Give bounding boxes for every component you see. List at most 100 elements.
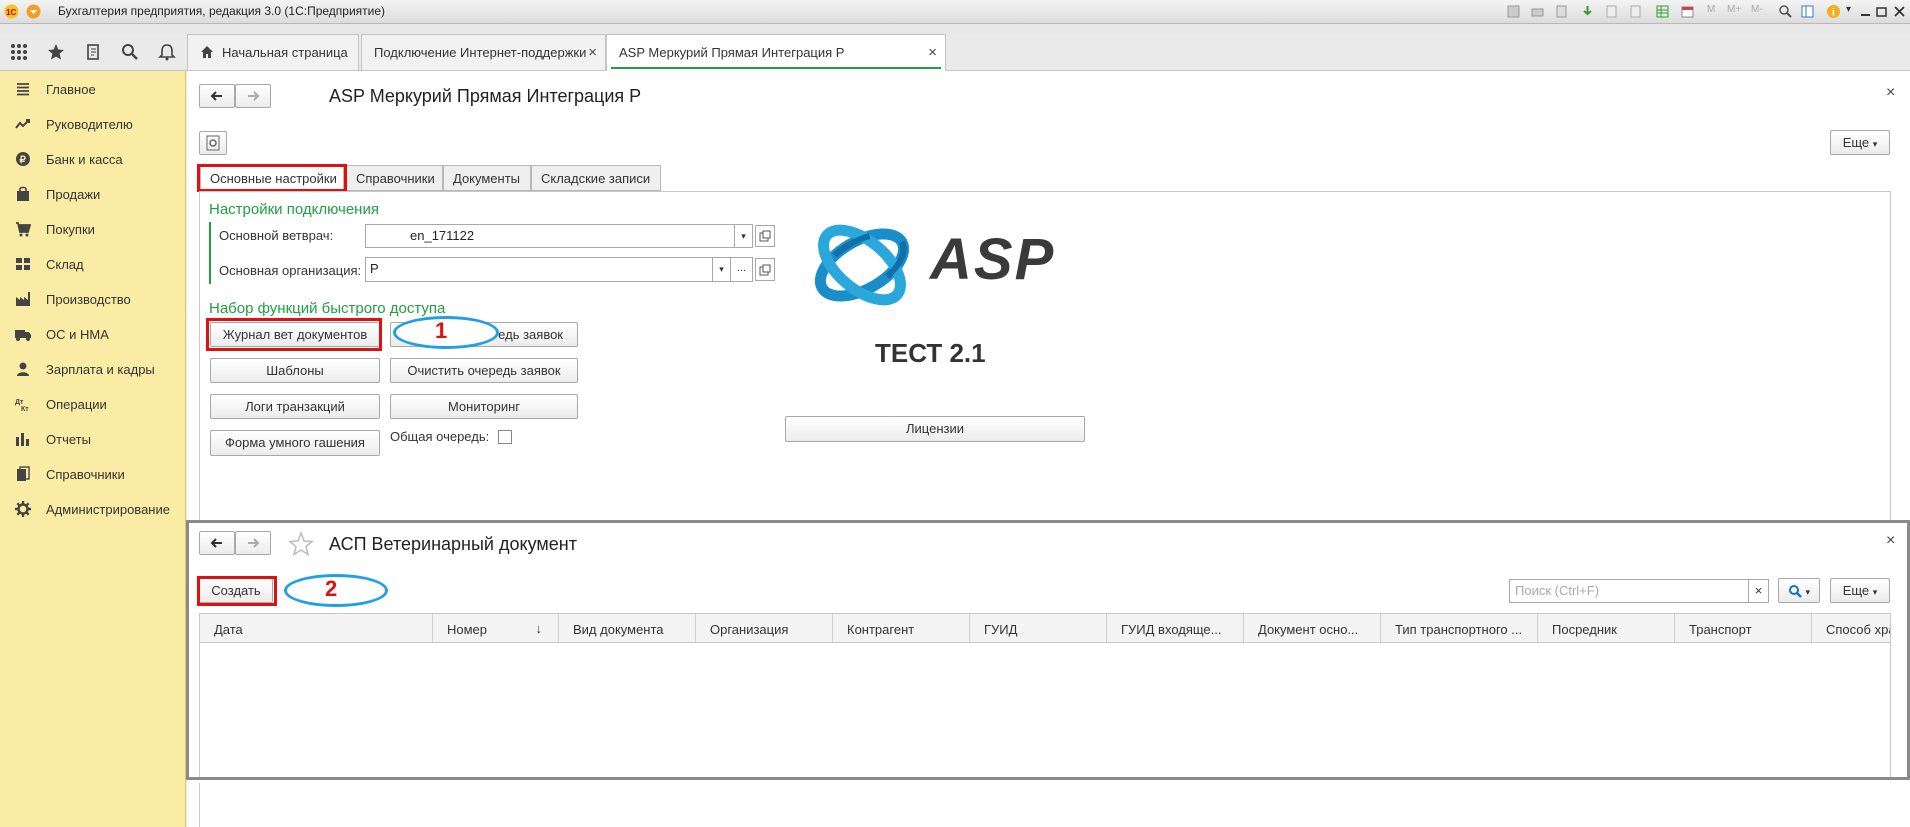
forward-button[interactable] bbox=[235, 84, 271, 108]
org-field[interactable]: Р bbox=[365, 257, 713, 282]
sidebar-item-operations[interactable]: Дт Кт Операции bbox=[14, 392, 107, 416]
sidebar-item-warehouse[interactable]: Склад bbox=[14, 252, 84, 276]
column-header-number[interactable]: Номер ↓ bbox=[433, 614, 559, 642]
sidebar-item-production[interactable]: Производство bbox=[14, 287, 131, 311]
tab-directories-label: Справочники bbox=[356, 171, 435, 186]
transaction-logs-button[interactable]: Логи транзакций bbox=[210, 394, 380, 419]
minimize-icon[interactable] bbox=[1858, 4, 1873, 19]
print-icon[interactable] bbox=[1530, 4, 1545, 19]
column-header-storage-method[interactable]: Способ хра bbox=[1812, 614, 1891, 642]
sidebar-item-purchases[interactable]: Покупки bbox=[14, 217, 95, 241]
sidebar-item-administration[interactable]: Администрирование bbox=[14, 497, 170, 521]
column-header-transport[interactable]: Транспорт bbox=[1675, 614, 1812, 642]
info-icon[interactable]: i bbox=[1826, 4, 1841, 19]
main-menu-icon[interactable] bbox=[26, 4, 41, 19]
search-button[interactable]: ▾ bbox=[1778, 578, 1820, 603]
sidebar-item-directories[interactable]: Справочники bbox=[14, 462, 125, 486]
vet-field[interactable]: en_171122 bbox=[365, 224, 735, 248]
preview-icon[interactable] bbox=[1554, 4, 1569, 19]
more-button[interactable]: Еще ▾ bbox=[1830, 130, 1890, 155]
clear-queue-button[interactable]: Очистить очередь заявок bbox=[390, 358, 578, 383]
clear-search-icon[interactable]: × bbox=[1749, 579, 1769, 603]
column-label: Способ хра bbox=[1826, 622, 1891, 637]
forward-button[interactable] bbox=[235, 531, 271, 555]
truck-icon bbox=[14, 325, 32, 343]
column-header-guid[interactable]: ГУИД bbox=[970, 614, 1107, 642]
tab-asp-mercury[interactable]: ASP Меркурий Прямая Интеграция Р × bbox=[606, 34, 946, 72]
connection-settings-header: Настройки подключения bbox=[209, 201, 379, 218]
zoom-icon[interactable] bbox=[1778, 4, 1793, 19]
window-title: Бухгалтерия предприятия, редакция 3.0 (1… bbox=[58, 4, 386, 18]
maximize-icon[interactable] bbox=[1874, 4, 1889, 19]
spreadsheet-icon[interactable] bbox=[1655, 4, 1670, 19]
calendar-icon[interactable] bbox=[1680, 4, 1695, 19]
sidebar-item-main[interactable]: Главное bbox=[14, 77, 96, 101]
memory-m-icon[interactable]: M bbox=[1707, 4, 1722, 19]
table-body[interactable] bbox=[199, 643, 1891, 777]
licenses-button[interactable]: Лицензии bbox=[785, 416, 1085, 442]
smart-redemption-button[interactable]: Форма умного гашения bbox=[210, 430, 380, 456]
sidebar-item-manager[interactable]: Руководителю bbox=[14, 112, 133, 136]
org-open-icon[interactable] bbox=[755, 258, 775, 281]
close-form-icon[interactable]: × bbox=[1886, 84, 1895, 102]
shopping-bag-icon bbox=[14, 185, 32, 203]
favorite-star-icon[interactable] bbox=[288, 531, 314, 557]
close-tab-icon[interactable]: × bbox=[928, 44, 937, 61]
sidebar-item-fixed-assets[interactable]: ОС и НМА bbox=[14, 322, 109, 346]
save-icon[interactable] bbox=[1506, 4, 1521, 19]
search-icon[interactable] bbox=[121, 43, 139, 61]
settings-button[interactable] bbox=[199, 131, 227, 155]
column-header-intermediary[interactable]: Посредник bbox=[1538, 614, 1675, 642]
attach-icon[interactable] bbox=[1604, 4, 1619, 19]
tab-documents[interactable]: Документы bbox=[443, 165, 531, 191]
apps-grid-icon[interactable] bbox=[10, 43, 28, 61]
sidebar-item-salary[interactable]: Зарплата и кадры bbox=[14, 357, 155, 381]
close-window-icon[interactable] bbox=[1892, 4, 1907, 19]
favorites-star-icon[interactable] bbox=[47, 43, 65, 61]
column-header-incoming-guid[interactable]: ГУИД входяще... bbox=[1107, 614, 1244, 642]
memory-minus-icon[interactable]: M- bbox=[1751, 4, 1766, 19]
notifications-bell-icon[interactable] bbox=[158, 43, 176, 61]
group-marker bbox=[209, 222, 211, 284]
link-icon[interactable] bbox=[1628, 4, 1643, 19]
tab-internet-support[interactable]: Подключение Интернет-поддержки × bbox=[361, 34, 606, 70]
vet-open-icon[interactable] bbox=[755, 225, 775, 247]
monitoring-button[interactable]: Мониторинг bbox=[390, 394, 578, 419]
history-icon[interactable] bbox=[84, 43, 102, 61]
templates-button[interactable]: Шаблоны bbox=[210, 358, 380, 383]
highlight-box-create bbox=[197, 576, 277, 606]
close-form-icon[interactable]: × bbox=[1886, 532, 1895, 550]
svg-text:Кт: Кт bbox=[21, 406, 29, 412]
more-button[interactable]: Еще ▾ bbox=[1830, 578, 1890, 603]
download-icon[interactable] bbox=[1580, 4, 1595, 19]
tab-home[interactable]: Начальная страница bbox=[187, 34, 359, 70]
sidebar-item-reports[interactable]: Отчеты bbox=[14, 427, 91, 451]
org-dropdown-icon[interactable]: ▾ bbox=[713, 257, 731, 282]
column-header-counterparty[interactable]: Контрагент bbox=[833, 614, 970, 642]
column-header-organization[interactable]: Организация bbox=[696, 614, 833, 642]
back-button[interactable] bbox=[199, 531, 235, 555]
chevron-down-icon: ▾ bbox=[1872, 139, 1878, 149]
highlight-box-journal bbox=[206, 318, 382, 351]
column-header-date[interactable]: Дата bbox=[200, 614, 433, 642]
column-header-transport-type[interactable]: Тип транспортного ... bbox=[1381, 614, 1538, 642]
close-tab-icon[interactable]: × bbox=[588, 44, 597, 61]
vet-dropdown-icon[interactable]: ▾ bbox=[735, 224, 753, 248]
tab-asp-mercury-label: ASP Меркурий Прямая Интеграция Р bbox=[619, 45, 845, 60]
search-field[interactable]: Поиск (Ctrl+F) bbox=[1509, 579, 1749, 603]
column-label: Тип транспортного ... bbox=[1395, 622, 1523, 637]
column-header-doc-type[interactable]: Вид документа bbox=[559, 614, 696, 642]
tab-directories[interactable]: Справочники bbox=[346, 165, 443, 191]
tab-warehouse-records[interactable]: Складские записи bbox=[531, 165, 661, 191]
column-header-base-document[interactable]: Документ осно... bbox=[1244, 614, 1381, 642]
back-button[interactable] bbox=[199, 84, 235, 108]
org-select-icon[interactable]: ... bbox=[731, 257, 753, 282]
sidebar-item-bank[interactable]: ₽ Банк и касса bbox=[14, 147, 123, 171]
sidebar-item-label: Руководителю bbox=[46, 116, 133, 132]
test-version-label: ТЕСТ 2.1 bbox=[875, 338, 986, 368]
sidebar-item-label: Справочники bbox=[46, 466, 125, 482]
panels-icon[interactable] bbox=[1800, 4, 1815, 19]
common-queue-checkbox[interactable] bbox=[498, 430, 512, 444]
sidebar-item-sales[interactable]: Продажи bbox=[14, 182, 100, 206]
memory-plus-icon[interactable]: M+ bbox=[1727, 4, 1742, 19]
